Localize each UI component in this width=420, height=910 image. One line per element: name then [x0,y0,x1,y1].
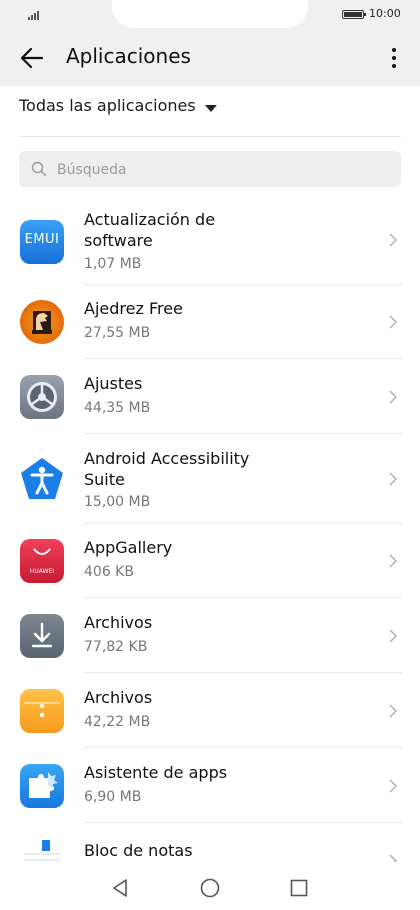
list-item[interactable]: HUAWEI AppGallery 406 KB [0,524,420,598]
list-item[interactable]: Archivos 77,82 KB [0,599,420,673]
chess-icon [20,300,64,344]
chevron-right-icon [389,233,398,247]
divider [19,136,401,137]
chevron-right-icon [389,779,398,793]
page-title: Aplicaciones [66,44,191,68]
camera-notch [112,0,308,28]
app-name: Archivos [84,613,153,632]
chevron-right-icon [389,390,398,404]
list-item[interactable]: Asistente de apps 6,90 MB [0,749,420,823]
notepad-icon [20,838,64,864]
app-name: Android Accessibility Suite [84,449,250,489]
divider [84,822,402,823]
huawei-brand-text: HUAWEI [29,568,55,575]
list-item[interactable]: EMUI Actualización de software 1,07 MB [0,196,420,285]
puzzle-icon [20,764,64,808]
files-folder-icon [20,689,64,733]
app-size: 406 KB [84,564,134,580]
app-name: Bloc de notas [84,841,193,860]
chevron-right-icon [389,554,398,568]
app-name: Ajustes [84,374,143,393]
app-size: 77,82 KB [84,639,148,655]
list-item[interactable]: Android Accessibility Suite 15,00 MB [0,435,420,524]
chevron-right-icon [389,315,398,329]
list-item[interactable]: Ajustes 44,35 MB [0,360,420,434]
search-icon [31,161,47,177]
app-size: 6,90 MB [84,789,142,805]
back-arrow-icon[interactable] [16,42,48,74]
app-size: 44,35 MB [84,400,151,416]
app-name: Archivos [84,688,153,707]
app-size: 1,07 MB [84,256,142,272]
navigation-bar [0,862,420,910]
list-item[interactable]: Ajedrez Free 27,55 MB [0,285,420,359]
app-size: 42,22 MB [84,714,151,730]
more-options-icon[interactable] [384,42,404,74]
settings-gear-icon [20,375,64,419]
app-filter-dropdown[interactable]: Todas las aplicaciones [19,96,419,126]
nav-back-icon[interactable] [108,876,132,900]
appgallery-icon: HUAWEI [20,539,64,583]
app-list-screen: 10:00 Aplicaciones Todas las aplicacione… [0,0,420,910]
signal-icon [28,11,39,20]
app-size: 15,00 MB [84,494,151,510]
status-time: 10:00 [369,7,401,20]
accessibility-icon [20,457,64,501]
nav-recents-icon[interactable] [287,876,311,900]
chevron-right-icon [389,629,398,643]
app-size: 27,55 MB [84,325,151,341]
list-item[interactable]: Bloc de notas [0,824,420,864]
app-name: Asistente de apps [84,763,228,782]
app-bar: Aplicaciones [0,30,420,86]
divider [84,358,402,359]
divider [84,433,402,434]
search-box[interactable] [19,151,401,189]
app-name: AppGallery [84,538,173,557]
nav-home-icon[interactable] [198,876,222,900]
chevron-right-icon [389,472,398,486]
emui-logo-text: EMUI [24,232,60,247]
divider [84,672,402,673]
emui-update-icon: EMUI [20,220,64,264]
app-name: Actualización de software [84,210,216,250]
download-files-icon [20,614,64,658]
list-item[interactable]: Archivos 42,22 MB [0,674,420,748]
divider [84,597,402,598]
app-name: Ajedrez Free [84,299,183,318]
search-input[interactable] [55,151,389,189]
dropdown-caret-icon [205,105,217,112]
status-bar: 10:00 [0,0,420,30]
divider [84,747,402,748]
chevron-right-icon [389,704,398,718]
battery-icon [342,10,366,19]
filter-label: Todas las aplicaciones [19,96,196,115]
